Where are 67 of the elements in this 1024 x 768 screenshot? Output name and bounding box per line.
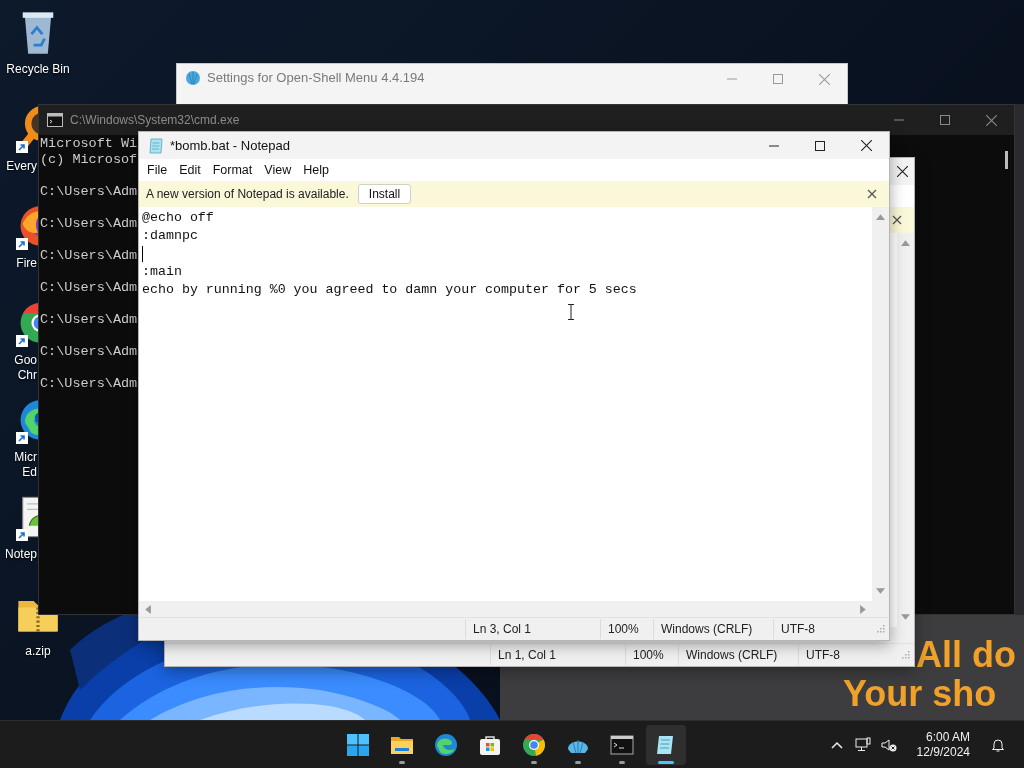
maximize-icon bbox=[940, 115, 950, 125]
status-field: 100% bbox=[600, 619, 653, 639]
code-line: echo by running %0 you agreed to damn your computer for 5 secs bbox=[142, 281, 637, 299]
network-icon[interactable] bbox=[854, 736, 871, 753]
close-icon bbox=[896, 166, 908, 177]
close-icon[interactable] bbox=[892, 215, 902, 225]
resize-grip-icon[interactable] bbox=[877, 625, 885, 633]
console-line: Microsoft Wi bbox=[40, 136, 138, 152]
console-line: C:\Users\Adm bbox=[40, 344, 138, 360]
status-field: Ln 3, Col 1 bbox=[465, 619, 600, 639]
scroll-up-icon[interactable] bbox=[901, 239, 910, 246]
console-icon bbox=[47, 112, 63, 128]
menu-item[interactable]: File bbox=[141, 160, 174, 180]
console-line: C:\Users\Adm bbox=[40, 312, 138, 328]
maximize-icon bbox=[773, 74, 783, 84]
menu-item[interactable]: View bbox=[258, 160, 298, 180]
install-button[interactable]: Install bbox=[357, 184, 412, 204]
status-field: 100% bbox=[625, 645, 678, 665]
clock[interactable]: 6:00 AM 12/9/2024 bbox=[910, 729, 976, 760]
seashell-icon bbox=[185, 70, 201, 86]
desktop-icon-label[interactable]: Notep bbox=[0, 547, 37, 562]
bell-icon[interactable] bbox=[990, 736, 1006, 753]
speaker-muted-icon[interactable] bbox=[880, 736, 897, 753]
console-line: C:\Users\Adm bbox=[40, 216, 138, 232]
desktop-icon-label[interactable]: Goo Chr bbox=[0, 353, 37, 383]
code-line: :damnpc bbox=[142, 227, 198, 245]
window-title: Settings for Open-Shell Menu 4.4.194 bbox=[207, 70, 425, 86]
desktop-icon-label[interactable]: Every bbox=[0, 159, 37, 174]
notepad-icon bbox=[148, 137, 164, 154]
vertical-scrollbar[interactable] bbox=[897, 233, 914, 627]
status-field: Ln 1, Col 1 bbox=[490, 645, 625, 665]
window-title: C:\Windows\System32\cmd.exe bbox=[70, 113, 240, 127]
console-line: C:\Users\Adm bbox=[40, 248, 138, 264]
banner-text: All do bbox=[916, 635, 1016, 674]
swirl-icon bbox=[434, 732, 458, 757]
console-line: C:\Users\Adm bbox=[40, 376, 138, 392]
menu-item[interactable]: Help bbox=[297, 160, 335, 180]
status-field: Windows (CRLF) bbox=[678, 645, 798, 665]
desktop-icon-label[interactable]: Fire bbox=[0, 256, 37, 271]
close-icon bbox=[818, 73, 830, 85]
update-notice: A new version of Notepad is available. bbox=[146, 187, 349, 201]
console-line: C:\Users\Adm bbox=[40, 280, 138, 296]
banner-text: Your sho bbox=[843, 674, 997, 713]
close-icon bbox=[985, 114, 997, 126]
resize-grip-icon[interactable] bbox=[902, 651, 910, 659]
chrome-icon bbox=[522, 732, 546, 757]
console-line: (c) Microsof bbox=[40, 152, 138, 168]
maximize-icon bbox=[815, 140, 825, 151]
status-field: UTF-8 bbox=[773, 619, 877, 639]
close-icon bbox=[860, 140, 872, 151]
windows-logo-icon bbox=[346, 732, 370, 757]
code-line: @echo off bbox=[142, 209, 214, 227]
menu-item[interactable]: Format bbox=[206, 160, 259, 180]
menu-item[interactable]: Edit bbox=[173, 160, 207, 180]
terminal-icon bbox=[610, 732, 634, 757]
taskbar-button[interactable] bbox=[646, 724, 686, 765]
desktop-icon-label[interactable]: Recycle Bin bbox=[6, 62, 70, 77]
status-field: Windows (CRLF) bbox=[653, 619, 773, 639]
status-field: UTF-8 bbox=[798, 645, 902, 665]
window-title: *bomb.bat - Notepad bbox=[170, 138, 290, 153]
console-line: C:\Users\Adm bbox=[40, 184, 138, 200]
desktop-icon-label[interactable]: Micr Ed bbox=[0, 450, 37, 480]
desktop-icon-label[interactable]: a.zip bbox=[25, 644, 51, 659]
code-line: :main bbox=[142, 263, 182, 281]
scrollbar-thumb[interactable] bbox=[1005, 151, 1008, 169]
text-cursor-icon bbox=[567, 304, 575, 320]
close-icon[interactable] bbox=[867, 189, 877, 199]
